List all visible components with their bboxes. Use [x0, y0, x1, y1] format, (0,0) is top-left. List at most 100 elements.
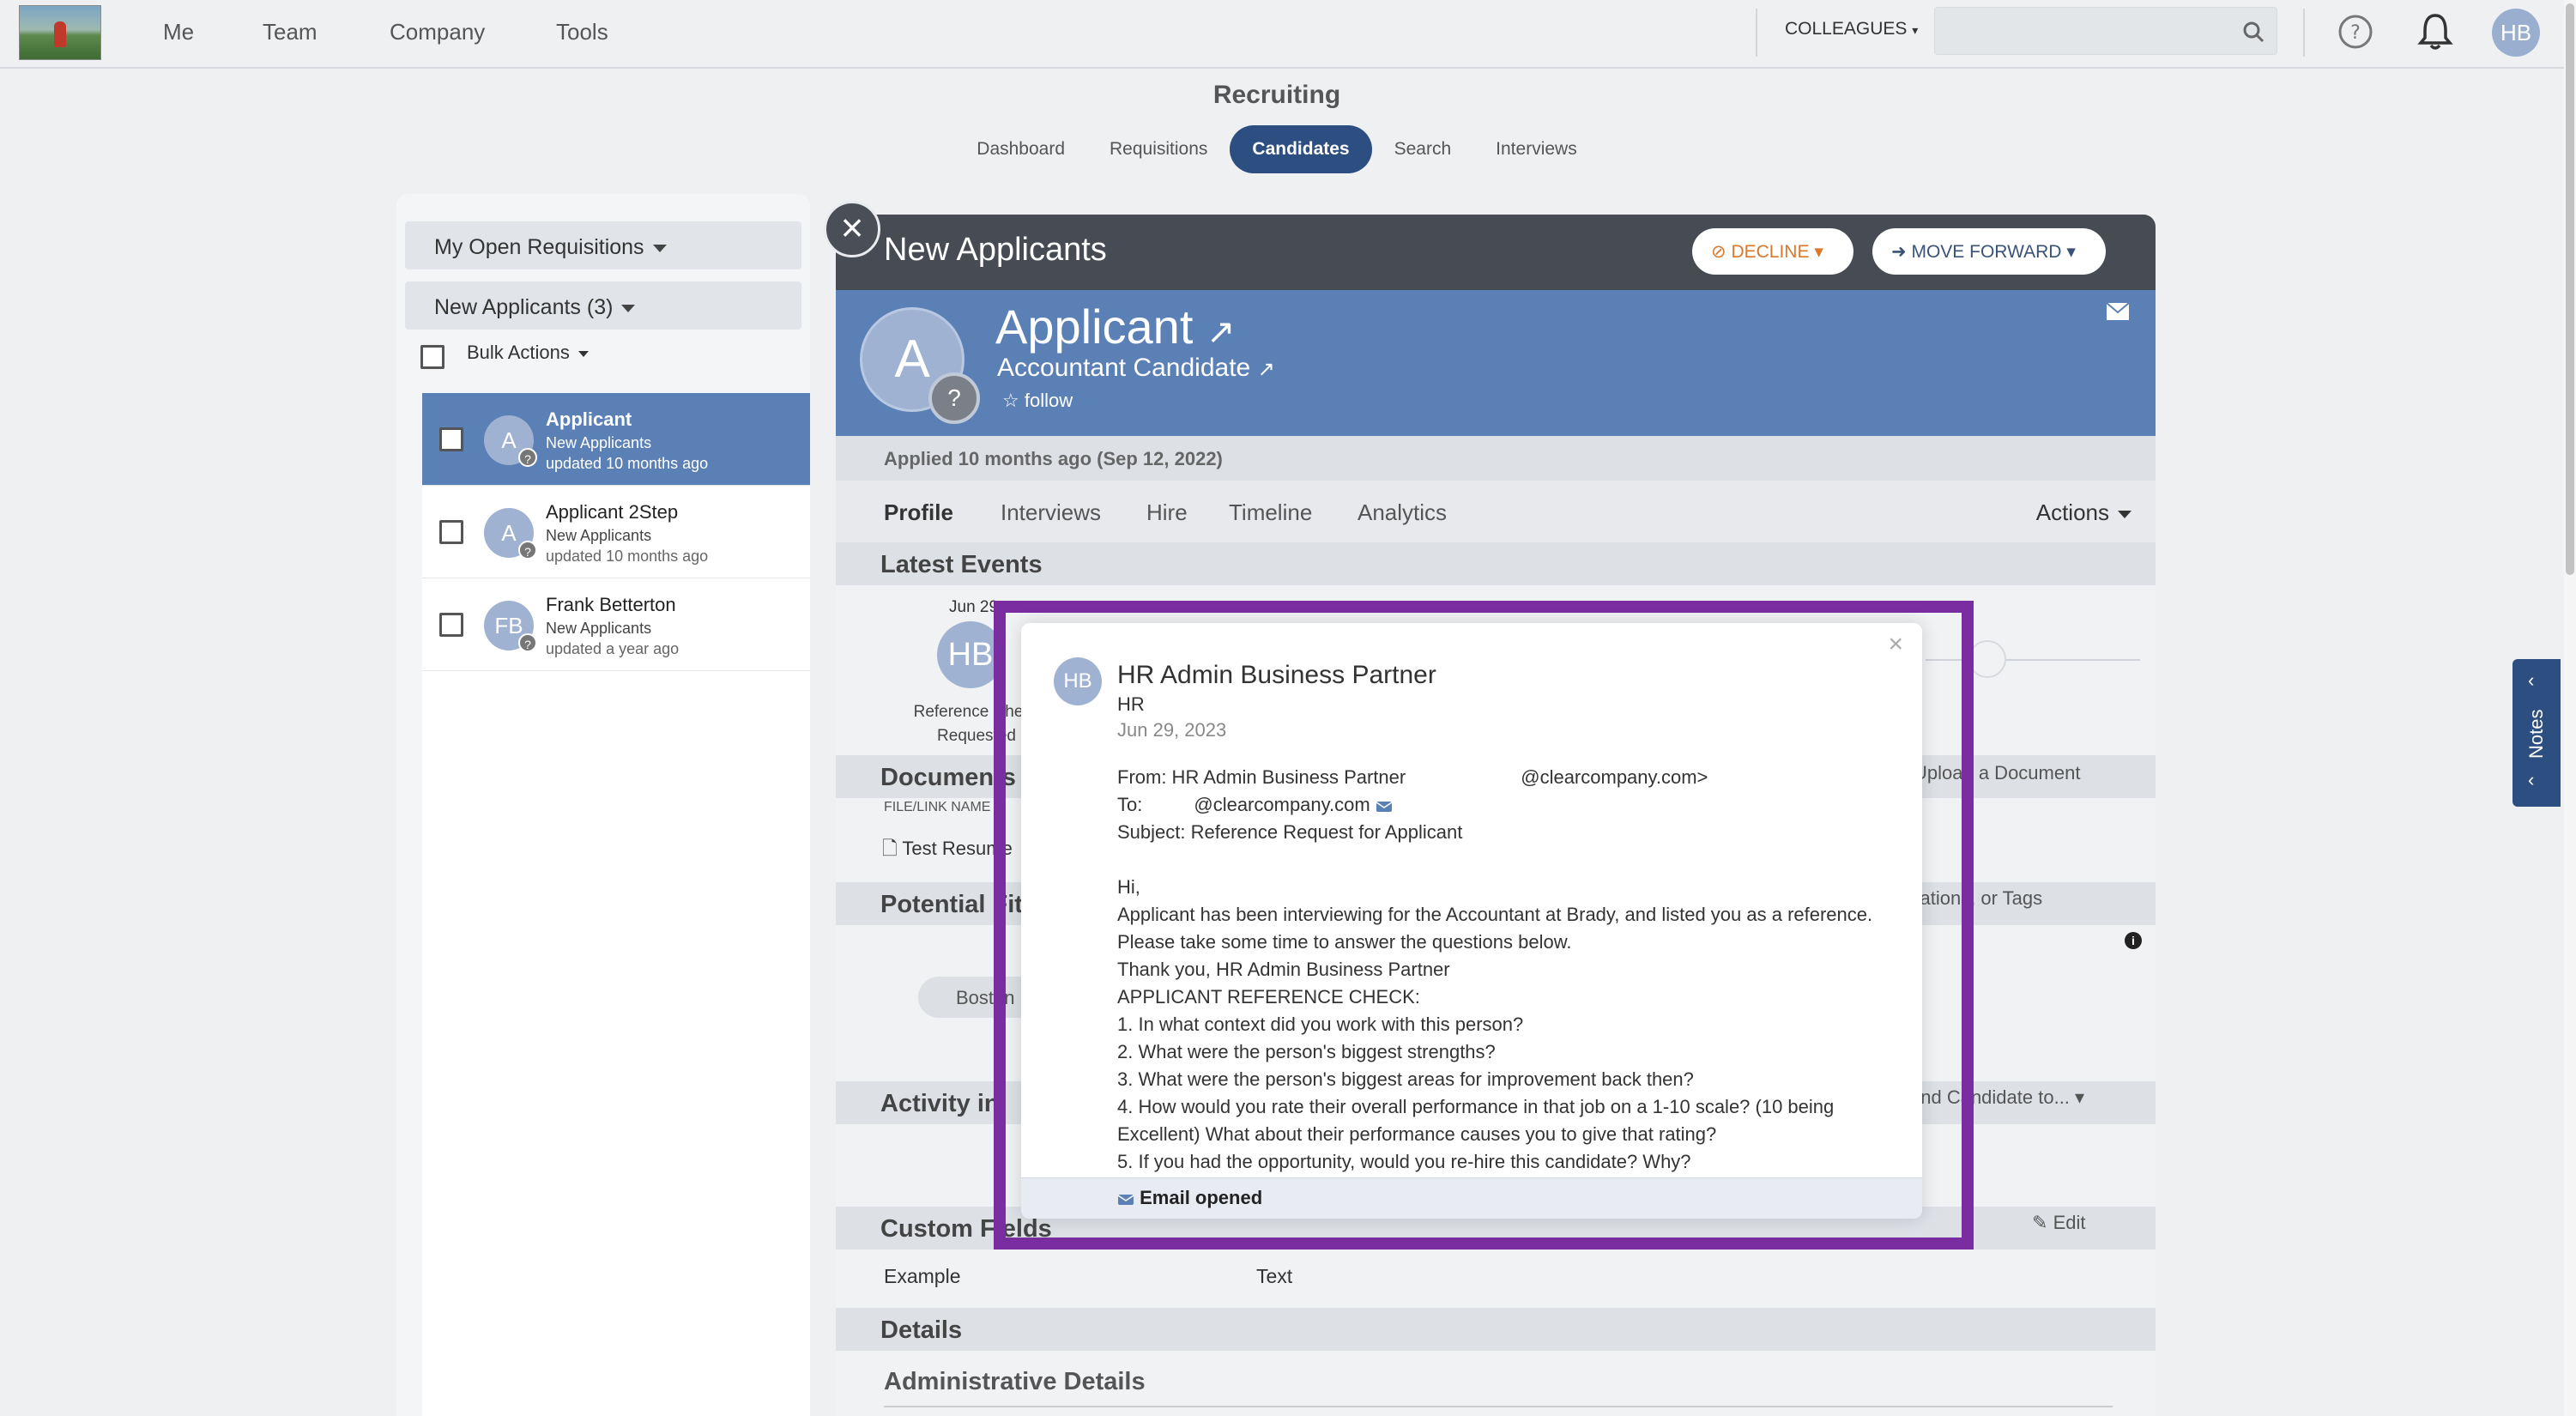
chevron-left-icon: ‹ [2528, 769, 2535, 790]
user-avatar[interactable]: HB [2492, 9, 2540, 57]
panel-header: New Applicants ⊘ DECLINE ▾ ➜ MOVE FORWAR… [836, 215, 2156, 290]
latest-events-heading: Latest Events [836, 542, 2156, 585]
status-badge: ? [947, 384, 961, 411]
email-to-address: @clearcompany.com [1194, 794, 1370, 815]
caret-down-icon [621, 304, 636, 312]
nav-team[interactable]: Team [263, 19, 317, 45]
edit-custom-fields-button[interactable]: ✎ Edit [2032, 1212, 2085, 1234]
email-from-address: @clearcompany.com> [1521, 766, 1708, 788]
sender-name: HR Admin Business Partner [1117, 661, 1436, 689]
caret-down-icon: ▾ [2075, 1086, 2085, 1108]
tab-dashboard[interactable]: Dashboard [954, 125, 1087, 173]
email-from-line: From: HR Admin Business Partner @clearcom… [1117, 764, 1881, 791]
bell-icon[interactable] [2416, 12, 2454, 51]
tab-candidates[interactable]: Candidates [1230, 125, 1372, 173]
caret-down-icon: ▾ [1912, 23, 1919, 37]
email-body: From: HR Admin Business Partner @clearcom… [1117, 764, 1881, 1176]
info-icon[interactable]: i [2125, 932, 2142, 949]
bulk-actions-dropdown[interactable]: Bulk Actions [467, 342, 589, 364]
subtab-analytics[interactable]: Analytics [1358, 499, 1447, 526]
move-forward-button[interactable]: ➜ MOVE FORWARD ▾ [1872, 228, 2106, 275]
email-to: To: [1117, 794, 1143, 815]
email-popup: × HB HR Admin Business Partner HR Jun 29… [1021, 623, 1922, 1219]
candidate-checkbox[interactable] [439, 520, 463, 544]
follow-button[interactable]: ☆ follow [1002, 390, 1073, 412]
email-question: 5. If you had the opportunity, would you… [1117, 1151, 1691, 1172]
nav-tools[interactable]: Tools [556, 19, 608, 45]
custom-field-value: Text [1256, 1265, 1293, 1287]
nav-divider [2303, 9, 2305, 57]
caret-down-icon [577, 350, 589, 357]
search-input[interactable] [1934, 7, 2277, 55]
file-link-name-header: FILE/LINK NAME [884, 800, 991, 814]
requisition-filter-dropdown[interactable]: My Open Requisitions [405, 221, 801, 269]
tab-search[interactable]: Search [1372, 125, 1474, 173]
subtab-hire[interactable]: Hire [1146, 499, 1188, 526]
company-logo[interactable] [19, 5, 101, 60]
candidate-name: Frank Betterton [546, 594, 676, 615]
candidate-position-text: Accountant Candidate [997, 354, 1251, 382]
stage-filter-dropdown[interactable]: New Applicants (3) [405, 281, 801, 330]
candidate-status-dropdown[interactable]: ? [928, 372, 980, 424]
profile-subtabs: Profile Interviews Hire Timeline Analyti… [836, 481, 2156, 542]
email-question: 1. In what context did you work with thi… [1117, 1014, 1524, 1035]
details-heading: Details [836, 1308, 2156, 1351]
notes-tab[interactable]: ‹ Notes ‹ [2513, 659, 2561, 807]
applied-date: Applied 10 months ago (Sep 12, 2022) [836, 436, 2156, 481]
close-panel-button[interactable]: × [824, 201, 880, 257]
email-subject: Subject: Reference Request for Applicant [1117, 821, 1463, 843]
decline-icon: ⊘ [1711, 242, 1726, 262]
search-icon[interactable] [2242, 21, 2265, 43]
tab-interviews[interactable]: Interviews [1473, 125, 1599, 173]
email-question: 2. What were the person's biggest streng… [1117, 1041, 1496, 1062]
email-line: Applicant has been interviewing for the … [1117, 904, 1873, 953]
chevron-left-icon: ‹ [2528, 669, 2535, 691]
nav-me[interactable]: Me [163, 19, 194, 45]
edit-icon: ✎ [2032, 1212, 2048, 1233]
page-title: Recruiting [1212, 81, 1341, 109]
email-opened-icon [1117, 1195, 1134, 1206]
scrollbar-thumb[interactable] [2566, 3, 2574, 575]
stage-filter-label: New Applicants (3) [434, 295, 614, 319]
move-forward-label: MOVE FORWARD [1911, 242, 2062, 262]
page-scrollbar[interactable] [2564, 0, 2576, 1416]
timeline-dot[interactable] [1968, 640, 2006, 678]
nav-company[interactable]: Company [390, 19, 485, 45]
help-icon[interactable]: ? [2337, 14, 2373, 50]
candidate-checkbox[interactable] [439, 427, 463, 451]
unknown-status-badge: ? [518, 633, 537, 652]
candidate-row[interactable]: FB ? Frank Betterton New Applicants upda… [422, 578, 810, 671]
email-question: 3. What were the person's biggest areas … [1117, 1068, 1694, 1090]
candidate-updated: updated a year ago [546, 640, 680, 657]
tab-requisitions[interactable]: Requisitions [1087, 125, 1230, 173]
candidate-row[interactable]: A ? Applicant New Applicants updated 10 … [422, 393, 810, 486]
close-popup-button[interactable]: × [1888, 630, 1903, 659]
candidate-list: A ? Applicant New Applicants updated 10 … [422, 393, 810, 1416]
candidate-name-heading: Applicant ↗ [995, 299, 1235, 354]
candidate-banner: A ? Applicant ↗ Accountant Candidate ↗ ☆… [836, 290, 2156, 436]
arrow-circle-icon: ➜ [1891, 242, 1907, 262]
caret-down-icon: ▾ [2066, 242, 2076, 262]
external-link-icon[interactable]: ↗ [1258, 358, 1275, 381]
actions-dropdown[interactable]: Actions [2036, 499, 2132, 526]
candidate-stage: New Applicants [546, 527, 652, 544]
unknown-status-badge: ? [518, 541, 537, 560]
subtab-profile[interactable]: Profile [884, 499, 953, 526]
email-to-line: To: @clearcompany.com [1117, 791, 1881, 819]
candidate-row[interactable]: A ? Applicant 2Step New Applicants updat… [422, 486, 810, 578]
bulk-actions-label: Bulk Actions [467, 342, 570, 363]
subtab-timeline[interactable]: Timeline [1229, 499, 1312, 526]
colleagues-label: COLLEAGUES [1785, 19, 1908, 39]
subtab-interviews[interactable]: Interviews [1001, 499, 1101, 526]
colleagues-dropdown[interactable]: COLLEAGUES ▾ [1785, 19, 1918, 39]
candidate-checkbox[interactable] [439, 613, 463, 637]
candidate-stage: New Applicants [546, 434, 652, 451]
mail-icon[interactable] [2106, 302, 2130, 321]
select-all-checkbox[interactable] [420, 345, 444, 369]
candidate-stage: New Applicants [546, 620, 652, 637]
candidate-updated: updated 10 months ago [546, 455, 709, 472]
sender-department: HR [1117, 693, 1145, 715]
external-link-icon[interactable]: ↗ [1206, 313, 1236, 351]
candidate-name: Applicant [546, 408, 632, 430]
decline-button[interactable]: ⊘ DECLINE ▾ [1692, 228, 1853, 275]
